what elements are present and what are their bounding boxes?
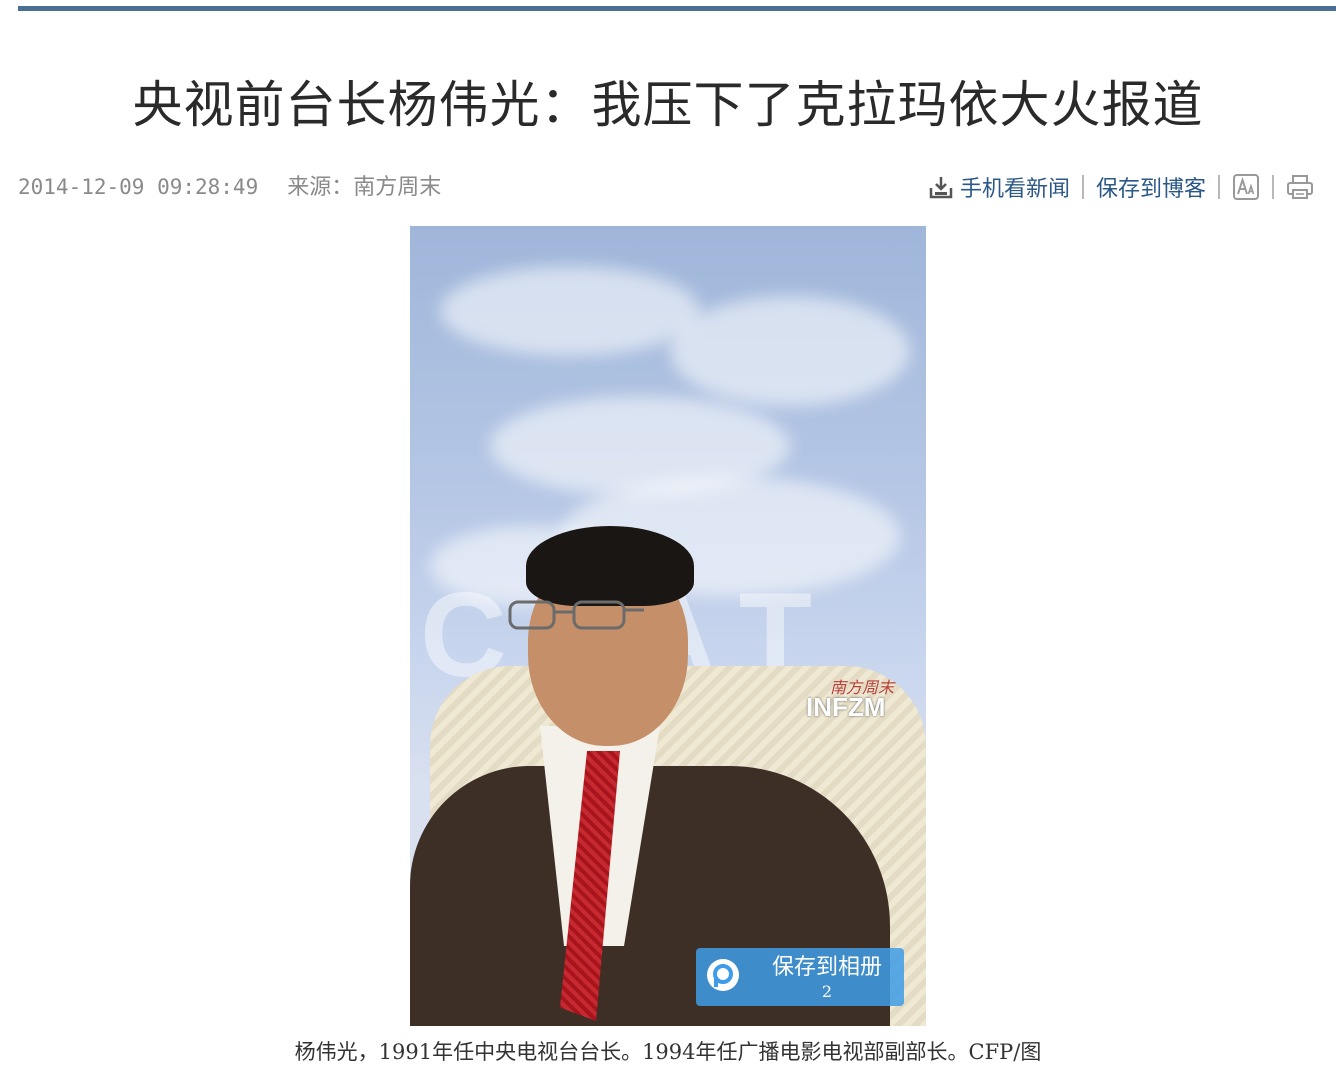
photo-glasses [508, 600, 644, 630]
toolbar-divider [1081, 175, 1084, 199]
print-button[interactable] [1286, 173, 1314, 201]
font-size-icon [1232, 173, 1260, 201]
album-logo [696, 948, 750, 1006]
photo-cloud [670, 296, 910, 406]
font-size-button[interactable] [1232, 173, 1260, 201]
album-logo-icon [705, 957, 741, 997]
mobile-news-label: 手机看新闻 [959, 177, 1070, 202]
article-title: 央视前台长杨伟光：我压下了克拉玛依大火报道 [132, 76, 1204, 134]
save-album-text: 保存到相册 2 [750, 948, 904, 1006]
article-photo: CTAT 南方周末 INFZM [410, 226, 926, 1026]
save-to-album-button[interactable]: 保存到相册 2 [696, 948, 904, 1006]
save-album-label: 保存到相册 [771, 955, 882, 980]
save-to-blog-label: 保存到博客 [1095, 177, 1206, 202]
photo-watermark: INFZM [806, 692, 886, 722]
publish-date: 2014-12-09 09:28:49 [18, 175, 259, 199]
save-to-blog-button[interactable]: 保存到博客 [1096, 171, 1206, 203]
save-album-count: 2 [821, 982, 833, 1001]
top-rule [18, 6, 1336, 11]
print-icon [1286, 173, 1314, 201]
article-source: 来源：南方周末 [287, 175, 442, 200]
article-toolbar: 手机看新闻 保存到博客 [928, 168, 1314, 206]
photo-cloud [440, 266, 700, 356]
toolbar-divider [1218, 175, 1220, 199]
photo-hair [526, 526, 694, 606]
article-meta: 2014-12-09 09:28:49 来源：南方周末 [18, 170, 441, 205]
mobile-news-button[interactable]: 手机看新闻 [928, 171, 1070, 203]
toolbar-divider [1272, 175, 1274, 199]
download-phone-icon [928, 174, 954, 200]
photo-caption: 杨伟光，1991年任中央电视台台长。1994年任广播电影电视部副部长。CFP/图 [294, 1040, 1042, 1064]
